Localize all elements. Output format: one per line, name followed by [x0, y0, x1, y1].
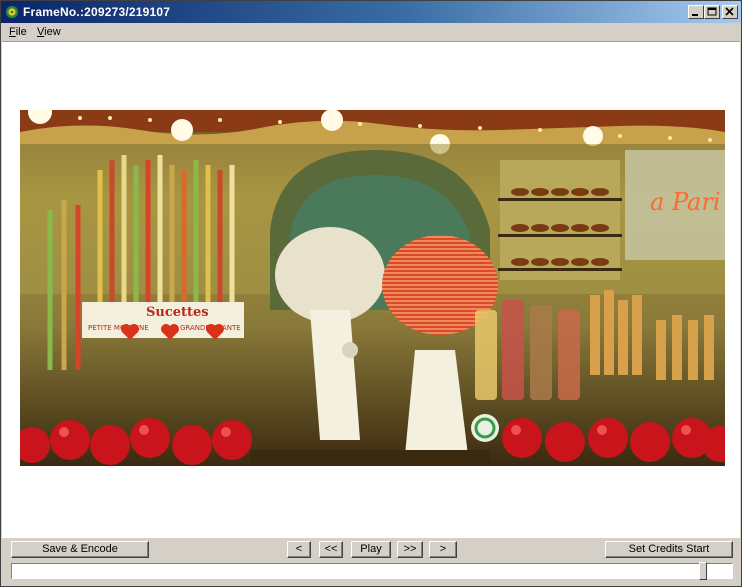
prev-frame-button[interactable]: < — [287, 541, 311, 558]
control-bar: Save & Encode < << Play >> > Set Credits… — [1, 539, 741, 585]
close-icon — [725, 7, 734, 16]
minimize-icon — [692, 14, 698, 16]
neon-sign: a Pari — [650, 188, 720, 216]
rewind-button[interactable]: << — [319, 541, 343, 558]
fast-forward-button[interactable]: >> — [397, 541, 423, 558]
close-button[interactable] — [722, 5, 738, 19]
menu-file[interactable]: File — [9, 26, 27, 38]
video-frame[interactable]: a Pari Sucettes PETITE MOYENNE GRANDE GE… — [20, 110, 725, 466]
window-title: FrameNo.:209273/219107 — [23, 5, 171, 19]
sign-left-text: PETITE MOYENNE — [88, 324, 149, 332]
app-icon — [6, 6, 18, 18]
menu-bar: File View — [1, 23, 741, 41]
title-bar[interactable]: FrameNo.:209273/219107 — [1, 1, 741, 23]
seek-slider-thumb[interactable] — [699, 562, 707, 580]
video-canvas: a Pari Sucettes PETITE MOYENNE GRANDE GE… — [2, 41, 740, 538]
app-window: FrameNo.:209273/219107 File View a Pari … — [0, 0, 742, 587]
set-credits-start-button[interactable]: Set Credits Start — [605, 541, 733, 558]
seek-slider[interactable] — [11, 562, 733, 580]
next-frame-button[interactable]: > — [429, 541, 457, 558]
maximize-button[interactable] — [704, 5, 720, 19]
maximize-icon — [707, 7, 717, 16]
menu-view[interactable]: View — [37, 26, 61, 38]
sign-sucettes: Sucettes — [146, 305, 209, 320]
save-encode-button[interactable]: Save & Encode — [11, 541, 149, 558]
minimize-button[interactable] — [688, 5, 704, 19]
play-button[interactable]: Play — [351, 541, 391, 558]
